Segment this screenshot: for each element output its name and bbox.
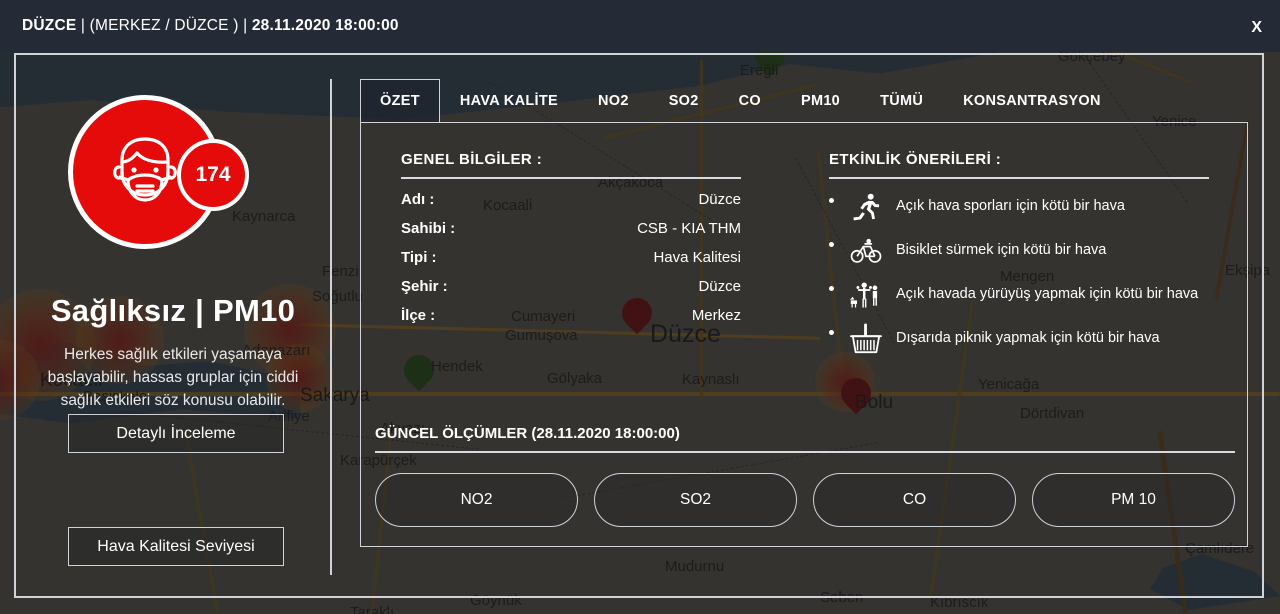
- recommendation-text: Açık hava sporları için kötü bir hava: [896, 197, 1125, 214]
- recommendation-text: Dışarıda piknik yapmak için kötü bir hav…: [896, 329, 1160, 346]
- aqi-status-title: Sağlıksız | PM10: [50, 293, 296, 328]
- general-info-title: GENEL BİLGİLER :: [401, 151, 543, 168]
- tab-özet[interactable]: ÖZET: [360, 79, 440, 123]
- measurement-pill-row: NO2 SO2 CO PM 10: [375, 472, 1235, 527]
- detailed-review-button[interactable]: Detaylı İnceleme: [68, 414, 284, 453]
- recommendations-section: ETKİNLİK ÖNERİLERİ : Açık hava sporları …: [829, 151, 1209, 366]
- tab-no2[interactable]: NO2: [578, 79, 649, 123]
- info-row: Şehir : Düzce: [401, 278, 741, 295]
- info-row-value: Düzce: [698, 277, 741, 295]
- header-sep-2: |: [243, 17, 248, 34]
- measurement-pill-co[interactable]: CO: [813, 472, 1016, 527]
- window-header: DÜZCE | (MERKEZ / DÜZCE ) | 28.11.2020 1…: [0, 0, 1280, 52]
- general-info-rows: Adı : Düzce Sahibi : CSB - KIA THM Tipi : Hav…: [401, 191, 741, 324]
- tab-tümü[interactable]: TÜMÜ: [860, 79, 943, 123]
- pane-divider: [330, 79, 332, 575]
- recommendations-title: ETKİNLİK ÖNERİLERİ :: [829, 151, 1002, 168]
- info-row: Tipi : Hava Kalitesi: [401, 249, 741, 266]
- info-row-value: Merkez: [691, 306, 741, 324]
- info-row-key: Tipi :: [401, 248, 437, 266]
- header-title: DÜZCE | (MERKEZ / DÜZCE ) | 28.11.2020 1…: [22, 17, 399, 35]
- info-row-key: Şehir :: [401, 277, 448, 295]
- current-measurements-section: GÜNCEL ÖLÇÜMLER (28.11.2020 18:00:00) NO…: [375, 425, 1235, 527]
- tab-konsantrasyon[interactable]: KONSANTRASYON: [943, 79, 1121, 123]
- bicycle-icon: [848, 234, 884, 268]
- info-row-value: Düzce: [698, 190, 741, 208]
- info-row-key: Adı :: [401, 190, 435, 208]
- header-datetime: 28.11.2020 18:00:00: [251, 17, 399, 34]
- tab-bar: ÖZET HAVA KALİTE NO2 SO2 CO PM10 TÜMÜ KONSANTRA…: [360, 79, 1121, 123]
- info-row: Sahibi : CSB - KIA THM: [401, 220, 741, 237]
- measurement-pill-pm10[interactable]: PM 10: [1032, 472, 1235, 527]
- current-measurements-title: GÜNCEL ÖLÇÜMLER (28.11.2020 18:00:00): [375, 425, 680, 442]
- info-row-value: Hava Kalitesi: [653, 248, 741, 266]
- family-walking-dog-icon: [848, 278, 884, 312]
- bullet-icon: [829, 241, 834, 247]
- info-row-key: Sahibi :: [401, 219, 456, 237]
- aqi-status-description: Herkes sağlık etkileri yaşamaya başlayab…: [47, 346, 299, 409]
- main-panel: 174 Sağlıksız | PM10 Herkes sağlık etkil…: [14, 53, 1264, 598]
- tab-pm10[interactable]: PM10: [781, 79, 860, 123]
- measurement-pill-no2[interactable]: NO2: [375, 472, 578, 527]
- running-person-icon: [848, 190, 884, 224]
- bullet-icon: [829, 197, 834, 203]
- aqi-value-badge: 174: [177, 139, 249, 211]
- picnic-basket-icon: [848, 322, 884, 356]
- recommendation-text: Açık havada yürüyüş yapmak için kötü bir…: [896, 285, 1199, 302]
- recommendation-item: Bisiklet sürmek için kötü bir hava: [829, 234, 1209, 268]
- air-quality-level-button[interactable]: Hava Kalitesi Seviyesi: [68, 527, 284, 566]
- recommendation-text: Bisiklet sürmek için kötü bir hava: [896, 241, 1107, 258]
- header-city: DÜZCE: [22, 17, 77, 34]
- recommendations-rule: [829, 177, 1209, 179]
- tab-content-panel: GENEL BİLGİLER : Adı : Düzce Sahibi : CSB -…: [360, 122, 1248, 547]
- details-pane: ÖZET HAVA KALİTE NO2 SO2 CO PM10 TÜMÜ KONSANTRA…: [346, 55, 1262, 596]
- info-row-key: İlçe :: [401, 306, 436, 324]
- aqi-summary-pane: 174 Sağlıksız | PM10 Herkes sağlık etkil…: [16, 55, 330, 596]
- general-info-rule: [401, 177, 741, 179]
- header-station: (MERKEZ / DÜZCE ): [89, 17, 239, 34]
- tab-co[interactable]: CO: [719, 79, 781, 123]
- recommendation-item: Açık hava sporları için kötü bir hava: [829, 190, 1209, 224]
- recommendations-list: Açık hava sporları için kötü bir hava Bis…: [829, 190, 1209, 356]
- info-row-value: CSB - KIA THM: [637, 219, 741, 237]
- measurement-pill-so2[interactable]: SO2: [594, 472, 797, 527]
- recommendation-item: Dışarıda piknik yapmak için kötü bir hav…: [829, 322, 1209, 356]
- close-icon[interactable]: X: [1251, 20, 1262, 36]
- aqi-emblem: 174: [68, 95, 249, 271]
- tab-so2[interactable]: SO2: [649, 79, 719, 123]
- bullet-icon: [829, 329, 834, 335]
- header-sep-1: |: [80, 17, 86, 34]
- bullet-icon: [829, 285, 834, 291]
- general-info-section: GENEL BİLGİLER : Adı : Düzce Sahibi : CSB -…: [401, 151, 741, 324]
- info-row: İlçe : Merkez: [401, 307, 741, 324]
- current-measurements-rule: [375, 451, 1235, 453]
- recommendation-item: Açık havada yürüyüş yapmak için kötü bir…: [829, 278, 1209, 312]
- info-row: Adı : Düzce: [401, 191, 741, 208]
- tab-hava-kali̇te[interactable]: HAVA KALİTE: [440, 79, 578, 123]
